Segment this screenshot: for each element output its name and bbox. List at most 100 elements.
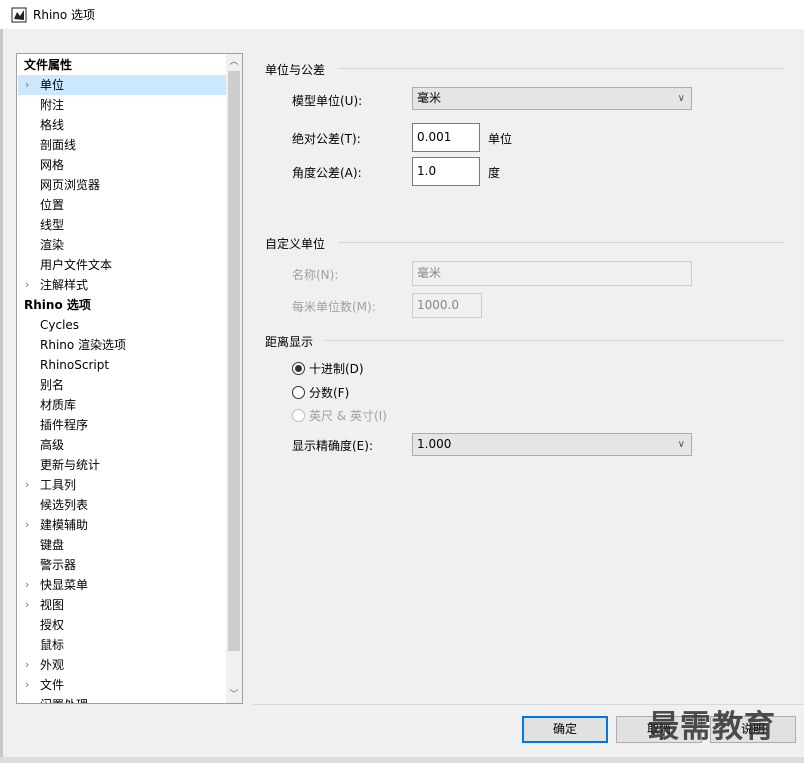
tree-item-label: Rhino 选项 xyxy=(24,298,91,312)
tree-item-label: 注解样式 xyxy=(40,278,89,292)
chevron-down-icon: ∨ xyxy=(677,93,685,104)
custom-units-group-title: 自定义单位 xyxy=(265,237,326,251)
tree-item[interactable]: › 视图 xyxy=(18,595,227,615)
background-taskbar-edge xyxy=(0,757,804,763)
window-title: Rhino 选项 xyxy=(33,8,96,22)
absolute-tolerance-input[interactable]: 0.001 xyxy=(412,123,480,152)
tree-item[interactable]: 渲染 xyxy=(18,235,227,255)
tree-item[interactable]: 材质库 xyxy=(18,395,227,415)
tree-item[interactable]: 附注 xyxy=(18,95,227,115)
radio-feet-inches: 英尺 & 英寸(I) xyxy=(292,407,387,424)
options-tree[interactable]: 文件属性 › 单位 附注 格线 剖面线 网格 网页浏览器 位置 线型 渲染 用户文件文本 › 注解样式 Rh… xyxy=(16,53,243,704)
chevron-right-icon[interactable]: › xyxy=(25,475,35,495)
units-per-meter-label: 每米单位数(M): xyxy=(292,300,376,314)
tree-item[interactable]: Cycles xyxy=(18,315,227,335)
tree-item-label: 授权 xyxy=(40,618,65,632)
tree-item-label: 视图 xyxy=(40,598,65,612)
radio-button-icon[interactable] xyxy=(292,362,305,375)
tree-item[interactable]: › 外观 xyxy=(18,655,227,675)
tree-item-label: 附注 xyxy=(40,98,65,112)
angle-tolerance-unit: 度 xyxy=(488,166,501,180)
tree-item[interactable]: 网页浏览器 xyxy=(18,175,227,195)
tree-item-label: 工具列 xyxy=(40,478,77,492)
tree-item[interactable]: 更新与统计 xyxy=(18,455,227,475)
units-per-meter-input: 1000.0 xyxy=(412,293,482,318)
tree-item-label: 文件 xyxy=(40,678,65,692)
tree-item[interactable]: 剖面线 xyxy=(18,135,227,155)
distance-display-group-divider xyxy=(325,340,784,341)
tree-item[interactable]: 高级 xyxy=(18,435,227,455)
tree-item-label: 快显菜单 xyxy=(40,578,89,592)
tree-item-label: 格线 xyxy=(40,118,65,132)
tree-item-label: 材质库 xyxy=(40,398,77,412)
tree-item-label: 渲染 xyxy=(40,238,65,252)
radio-decimal-label: 十进制(D) xyxy=(309,362,364,376)
tree-item-label: 更新与统计 xyxy=(40,458,101,472)
chevron-right-icon[interactable]: › xyxy=(25,675,35,695)
scroll-up-arrow-icon[interactable]: ︿ xyxy=(226,54,242,70)
units-group-title: 单位与公差 xyxy=(265,63,326,77)
tree-section-header[interactable]: Rhino 选项 xyxy=(18,295,227,315)
custom-name-input: 毫米 xyxy=(412,261,692,286)
tree-item[interactable]: 键盘 xyxy=(18,535,227,555)
tree-item[interactable]: 用户文件文本 xyxy=(18,255,227,275)
model-units-value: 毫米 xyxy=(417,91,442,105)
display-precision-label: 显示精确度(E): xyxy=(292,439,373,453)
model-units-dropdown[interactable]: 毫米 ∨ xyxy=(412,87,692,110)
scroll-down-arrow-icon[interactable]: ﹀ xyxy=(226,687,242,703)
radio-decimal[interactable]: 十进制(D) xyxy=(292,360,364,377)
tree-item[interactable]: 格线 xyxy=(18,115,227,135)
tree-item[interactable]: 闲置处理 xyxy=(18,695,227,703)
tree-item-label: 线型 xyxy=(40,218,65,232)
tree-scrollbar[interactable]: ︿ ﹀ xyxy=(226,54,242,703)
chevron-right-icon[interactable]: › xyxy=(25,655,35,675)
tree-item[interactable]: 插件程序 xyxy=(18,415,227,435)
tree-item[interactable]: › 单位 xyxy=(18,75,227,95)
scrollbar-thumb[interactable] xyxy=(228,71,240,651)
chevron-right-icon[interactable]: › xyxy=(25,275,35,295)
tree-item[interactable]: 授权 xyxy=(18,615,227,635)
tree-item[interactable]: › 注解样式 xyxy=(18,275,227,295)
tree-item[interactable]: 网格 xyxy=(18,155,227,175)
tree-item[interactable]: RhinoScript xyxy=(18,355,227,375)
radio-fractional[interactable]: 分数(F) xyxy=(292,384,349,401)
tree-item[interactable]: 候选列表 xyxy=(18,495,227,515)
tree-item-label: Cycles xyxy=(40,318,80,332)
tree-item-label: 网页浏览器 xyxy=(40,178,101,192)
tree-item-label: 用户文件文本 xyxy=(40,258,113,272)
absolute-tolerance-label: 绝对公差(T): xyxy=(292,132,361,146)
tree-item-label: 警示器 xyxy=(40,558,77,572)
chevron-right-icon[interactable]: › xyxy=(25,515,35,535)
chevron-right-icon[interactable]: › xyxy=(25,595,35,615)
tree-item-label: Rhino 渲染选项 xyxy=(40,338,127,352)
tree-item-label: 候选列表 xyxy=(40,498,89,512)
background-window-edge xyxy=(0,29,3,763)
tree-item[interactable]: 鼠标 xyxy=(18,635,227,655)
tree-item[interactable]: › 文件 xyxy=(18,675,227,695)
display-precision-dropdown[interactable]: 1.000 ∨ xyxy=(412,433,692,456)
tree-item-label: 外观 xyxy=(40,658,65,672)
tree-item[interactable]: › 工具列 xyxy=(18,475,227,495)
chevron-right-icon[interactable]: › xyxy=(25,575,35,595)
angle-tolerance-input[interactable]: 1.0 xyxy=(412,157,480,186)
tree-item-label: 闲置处理 xyxy=(40,695,88,703)
tree-item[interactable]: › 快显菜单 xyxy=(18,575,227,595)
tree-item-label: 插件程序 xyxy=(40,418,89,432)
tree-section-header[interactable]: 文件属性 xyxy=(18,55,227,75)
absolute-tolerance-unit: 单位 xyxy=(488,132,513,146)
tree-item-label: 单位 xyxy=(40,78,65,92)
chevron-right-icon[interactable]: › xyxy=(25,75,35,95)
angle-tolerance-label: 角度公差(A): xyxy=(292,166,362,180)
radio-feet-inches-label: 英尺 & 英寸(I) xyxy=(309,409,387,423)
model-units-label: 模型单位(U): xyxy=(292,94,363,108)
tree-item[interactable]: Rhino 渲染选项 xyxy=(18,335,227,355)
tree-item[interactable]: 位置 xyxy=(18,195,227,215)
tree-item[interactable]: 别名 xyxy=(18,375,227,395)
tree-item-label: 高级 xyxy=(40,438,65,452)
distance-display-group-title: 距离显示 xyxy=(265,335,314,349)
tree-item[interactable]: › 建模辅助 xyxy=(18,515,227,535)
tree-item[interactable]: 线型 xyxy=(18,215,227,235)
ok-button[interactable]: 确定 xyxy=(522,716,608,743)
tree-item[interactable]: 警示器 xyxy=(18,555,227,575)
radio-button-icon[interactable] xyxy=(292,386,305,399)
